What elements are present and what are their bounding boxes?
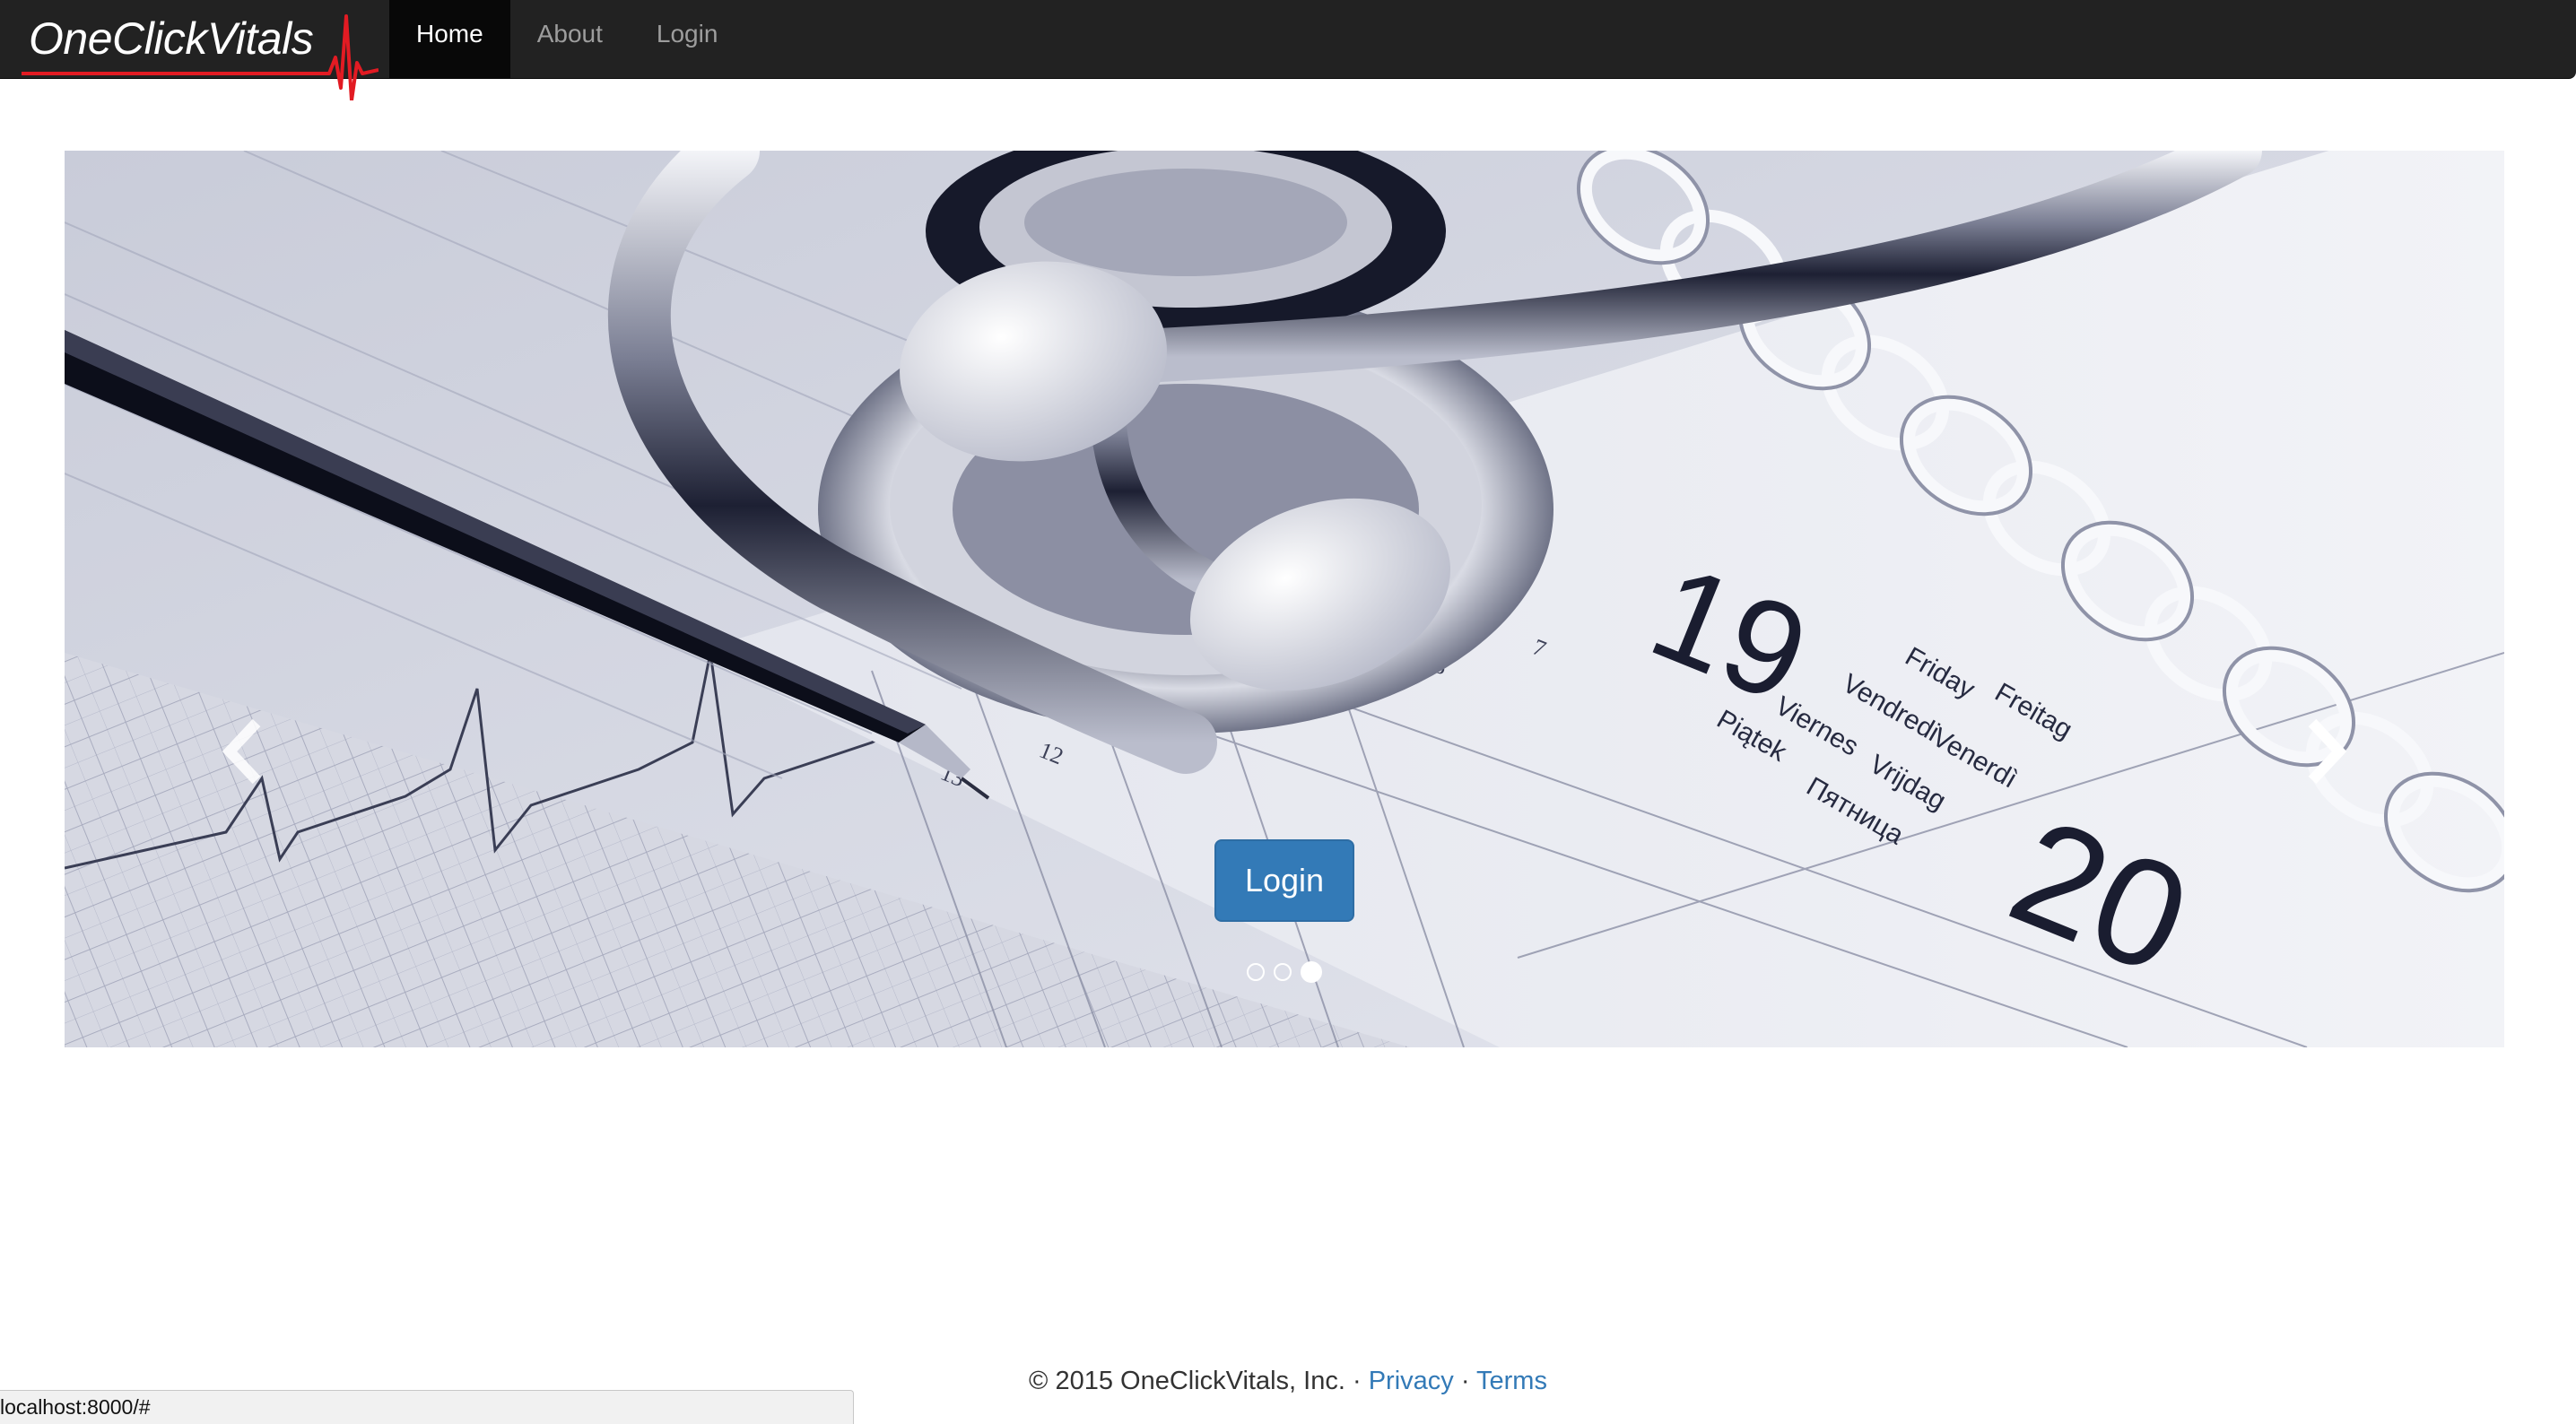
footer-privacy-link[interactable]: Privacy (1369, 1367, 1454, 1395)
carousel-login-button[interactable]: Login (1214, 839, 1354, 922)
footer-terms-link[interactable]: Terms (1476, 1367, 1547, 1395)
heartbeat-logo-icon (22, 14, 379, 100)
carousel-indicators (1247, 961, 1322, 983)
chevron-right-icon (2308, 718, 2347, 785)
carousel-indicator-3[interactable] (1301, 961, 1322, 983)
chevron-left-icon (222, 718, 261, 785)
browser-status-bar: localhost:8000/# (0, 1390, 854, 1424)
main-nav: Home About Login (389, 0, 744, 79)
nav-login[interactable]: Login (630, 0, 745, 79)
nav-home[interactable]: Home (389, 0, 510, 79)
footer-copyright: © 2015 OneClickVitals, Inc. · (1029, 1367, 1369, 1395)
carousel-indicator-1[interactable] (1247, 963, 1265, 981)
top-navbar: OneClickVitals Home About Login (0, 0, 2576, 100)
nav-about[interactable]: About (510, 0, 630, 79)
carousel-next-button[interactable] (2298, 716, 2352, 787)
status-url: localhost:8000/# (0, 1395, 151, 1419)
carousel-prev-button[interactable] (217, 716, 271, 787)
brand-logo[interactable]: OneClickVitals (20, 0, 379, 100)
hero-carousel: 13 12 11 10 9 8 7 19 20 Friday Freitag V… (65, 151, 2504, 1047)
footer-separator: · (1453, 1367, 1477, 1395)
carousel-indicator-2[interactable] (1274, 963, 1292, 981)
